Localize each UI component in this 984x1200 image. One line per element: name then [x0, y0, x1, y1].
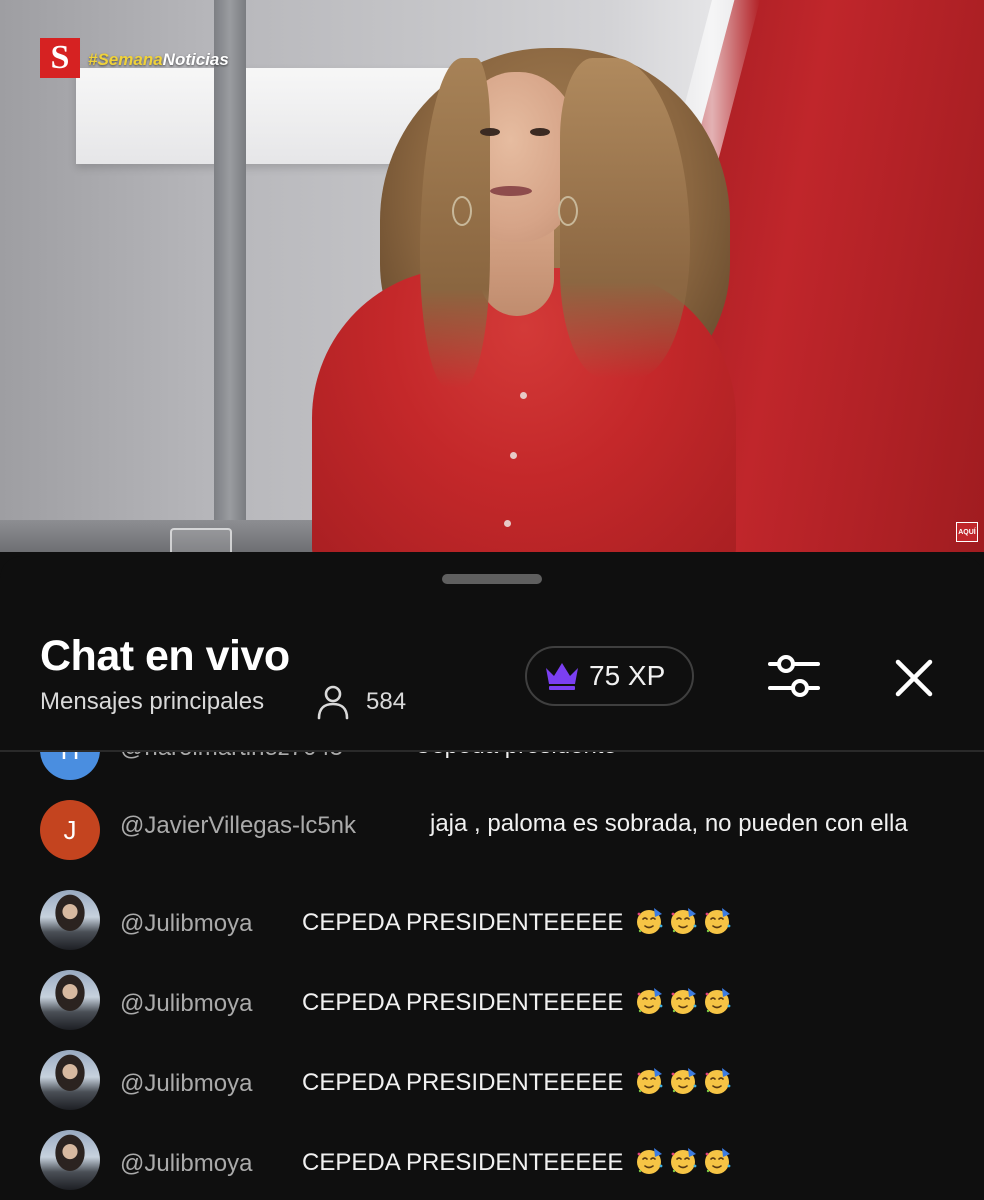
avatar[interactable]	[40, 1050, 100, 1110]
message-author[interactable]: @harolmartinez7045	[120, 752, 343, 762]
blouse-button	[520, 392, 527, 399]
partying-face-emoji	[705, 1068, 731, 1094]
blouse-button	[504, 520, 511, 527]
filter-sliders-icon[interactable]	[766, 652, 822, 700]
avatar[interactable]	[40, 890, 100, 950]
video-player[interactable]: S #SemanaNoticias AQUÍ	[0, 0, 984, 552]
avatar[interactable]: H	[40, 752, 100, 780]
message-body: CEPEDA PRESIDENTEEEEE	[302, 986, 732, 1019]
partying-face-emoji	[637, 908, 663, 934]
corner-badge: AQUÍ	[956, 522, 978, 542]
partying-face-emoji	[671, 1148, 697, 1174]
semana-brand: #SemanaNoticias	[88, 50, 229, 70]
message-author[interactable]: @Julibmoya	[120, 990, 252, 1018]
earring	[452, 196, 472, 226]
partying-face-emoji	[630, 908, 732, 936]
presenter-mouth	[490, 186, 532, 196]
semana-logo: S	[40, 38, 80, 78]
brand-hashtag: #Semana	[88, 50, 163, 69]
xp-label: 75 XP	[589, 660, 666, 691]
drag-handle[interactable]	[442, 574, 542, 584]
water-glass	[170, 528, 232, 552]
message-author[interactable]: @Julibmoya	[120, 1070, 252, 1098]
message-text: Cepeda presidente	[414, 752, 617, 762]
partying-face-emoji	[705, 908, 731, 934]
avatar[interactable]: J	[40, 800, 100, 860]
partying-face-emoji	[637, 988, 663, 1014]
presenter-eye	[530, 128, 550, 136]
partying-face-emoji	[705, 1148, 731, 1174]
message-text: CEPEDA PRESIDENTEEEEE	[302, 1069, 624, 1096]
message-body: CEPEDA PRESIDENTEEEEE	[302, 906, 732, 939]
partying-face-emoji	[671, 908, 697, 934]
person-icon	[317, 685, 349, 720]
partying-face-emoji	[637, 1148, 663, 1174]
message-text: CEPEDA PRESIDENTEEEEE	[302, 989, 624, 1016]
message-body: CEPEDA PRESIDENTEEEEE	[302, 1066, 732, 1099]
studio-pillar	[214, 0, 246, 552]
partying-face-emoji	[630, 1068, 732, 1096]
message-author[interactable]: @Julibmoya	[120, 1150, 252, 1178]
message-text: jaja , paloma es sobrada, no pueden con …	[430, 810, 908, 837]
blouse-button	[510, 452, 517, 459]
message-author[interactable]: @Julibmoya	[120, 910, 252, 938]
avatar[interactable]	[40, 1130, 100, 1190]
crown-icon	[546, 663, 578, 690]
partying-face-emoji	[671, 988, 697, 1014]
partying-face-emoji	[630, 1148, 732, 1176]
partying-face-emoji	[637, 1068, 663, 1094]
close-icon[interactable]	[892, 656, 936, 700]
brand-name: Noticias	[162, 50, 229, 69]
chat-title: Chat en vivo	[40, 632, 290, 680]
earring	[558, 196, 578, 226]
partying-face-emoji	[671, 1068, 697, 1094]
message-text: CEPEDA PRESIDENTEEEEE	[302, 1149, 624, 1176]
chat-message-list[interactable]: H @harolmartinez7045 Cepeda presidente J…	[0, 752, 984, 1200]
chat-mode-selector[interactable]: Mensajes principales	[40, 688, 264, 716]
message-text: CEPEDA PRESIDENTEEEEE	[302, 909, 624, 936]
message-body: CEPEDA PRESIDENTEEEEE	[302, 1146, 732, 1179]
partying-face-emoji	[630, 988, 732, 1016]
viewer-count: 584	[366, 688, 407, 715]
partying-face-emoji	[705, 988, 731, 1014]
avatar[interactable]	[40, 970, 100, 1030]
presenter-eye	[480, 128, 500, 136]
